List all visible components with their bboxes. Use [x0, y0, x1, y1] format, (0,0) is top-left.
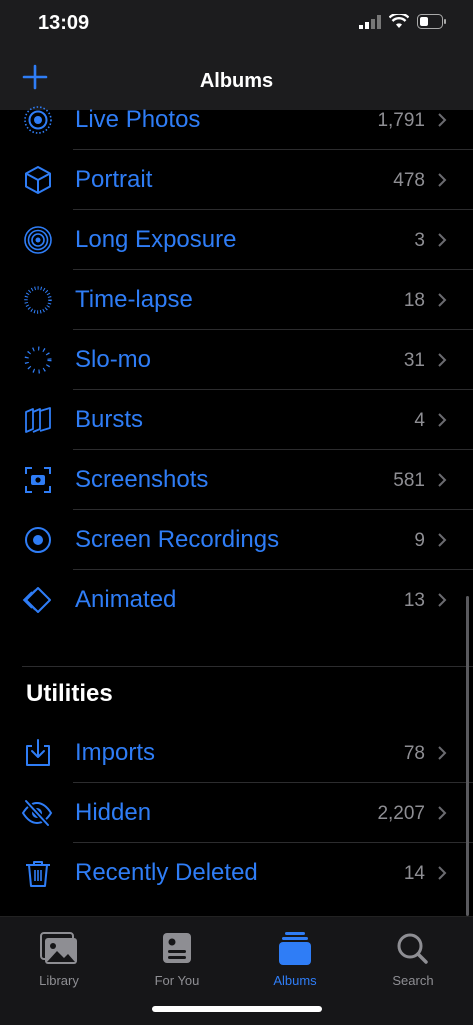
chevron-right-icon	[438, 293, 447, 307]
album-row-time-lapse[interactable]: Time-lapse 18	[0, 270, 473, 330]
home-indicator[interactable]	[152, 1006, 322, 1012]
album-label: Bursts	[75, 406, 144, 433]
chevron-right-icon	[438, 413, 447, 427]
screenshot-icon	[25, 467, 51, 493]
section-title-utilities: Utilities	[26, 680, 113, 707]
album-label: Live Photos	[75, 106, 201, 133]
tab-label: Search	[392, 973, 434, 988]
album-label: Long Exposure	[75, 226, 237, 253]
album-count: 1,791	[377, 110, 425, 131]
album-label: Recently Deleted	[75, 859, 258, 886]
cellular-signal-icon	[359, 14, 381, 29]
search-icon	[397, 933, 428, 964]
album-label: Screenshots	[75, 466, 209, 493]
album-count: 3	[414, 230, 425, 251]
chevron-right-icon	[438, 866, 447, 880]
bursts-icon	[25, 407, 51, 433]
chevron-right-icon	[438, 473, 447, 487]
album-count: 9	[414, 530, 425, 551]
long-exposure-icon	[24, 226, 52, 254]
chevron-right-icon	[438, 233, 447, 247]
album-row-live-photos[interactable]: Live Photos 1,791	[0, 90, 473, 150]
slomo-icon	[24, 346, 52, 374]
chevron-right-icon	[438, 746, 447, 760]
battery-icon	[417, 14, 446, 29]
chevron-right-icon	[438, 593, 447, 607]
album-row-animated[interactable]: Animated 13	[0, 570, 473, 630]
wifi-icon	[389, 14, 409, 28]
chevron-right-icon	[438, 173, 447, 187]
tab-label: For You	[154, 973, 200, 988]
eye-slash-icon	[21, 799, 53, 827]
album-count: 18	[403, 290, 425, 311]
album-row-bursts[interactable]: Bursts 4	[0, 390, 473, 450]
timelapse-icon	[24, 286, 52, 314]
section-divider	[22, 666, 473, 667]
animated-icon	[22, 587, 51, 613]
chevron-right-icon	[438, 533, 447, 547]
album-count: 478	[393, 170, 425, 191]
chevron-right-icon	[438, 353, 447, 367]
media-types-list: Live Photos 1,791 Portrait 478 Long Expo…	[0, 90, 473, 630]
cube-icon	[25, 166, 51, 194]
chevron-right-icon	[438, 113, 447, 127]
album-row-screenshots[interactable]: Screenshots 581	[0, 450, 473, 510]
album-row-screen-recordings[interactable]: Screen Recordings 9	[0, 510, 473, 570]
album-row-imports[interactable]: Imports 78	[0, 723, 473, 783]
tab-library[interactable]: Library	[14, 931, 104, 988]
album-row-hidden[interactable]: Hidden 2,207	[0, 783, 473, 843]
tab-label: Albums	[273, 973, 317, 988]
album-count: 31	[403, 350, 425, 371]
album-count: 581	[393, 470, 425, 491]
albums-icon	[279, 932, 311, 965]
trash-icon	[26, 861, 50, 887]
album-row-slo-mo[interactable]: Slo-mo 31	[0, 330, 473, 390]
tab-albums[interactable]: Albums	[250, 931, 340, 988]
album-count: 14	[403, 863, 425, 884]
status-bar: 13:09	[0, 0, 473, 50]
scroll-indicator[interactable]	[466, 596, 469, 916]
tab-search[interactable]: Search	[368, 931, 458, 988]
utilities-list: Imports 78 Hidden 2,207 Recently Deleted…	[0, 723, 473, 903]
album-label: Portrait	[75, 166, 153, 193]
album-row-long-exposure[interactable]: Long Exposure 3	[0, 210, 473, 270]
album-label: Slo-mo	[75, 346, 152, 373]
album-count: 13	[403, 590, 425, 611]
album-count: 2,207	[377, 803, 425, 824]
tab-label: Library	[39, 973, 79, 988]
album-row-portrait[interactable]: Portrait 478	[0, 150, 473, 210]
album-label: Time-lapse	[75, 286, 193, 313]
import-icon	[26, 739, 50, 766]
status-time: 13:09	[38, 12, 90, 34]
status-icons	[359, 14, 447, 29]
record-icon	[25, 527, 51, 553]
chevron-right-icon	[438, 806, 447, 820]
album-row-recently-deleted[interactable]: Recently Deleted 14	[0, 843, 473, 903]
photo-library-icon	[40, 932, 77, 964]
album-label: Hidden	[75, 799, 152, 826]
album-label: Imports	[75, 739, 156, 766]
album-count: 4	[414, 410, 425, 431]
album-label: Screen Recordings	[75, 526, 280, 553]
for-you-icon	[163, 933, 191, 963]
album-label: Animated	[75, 586, 177, 613]
tab-for-you[interactable]: For You	[132, 931, 222, 988]
album-count: 78	[403, 743, 425, 764]
live-photo-icon	[24, 106, 52, 134]
